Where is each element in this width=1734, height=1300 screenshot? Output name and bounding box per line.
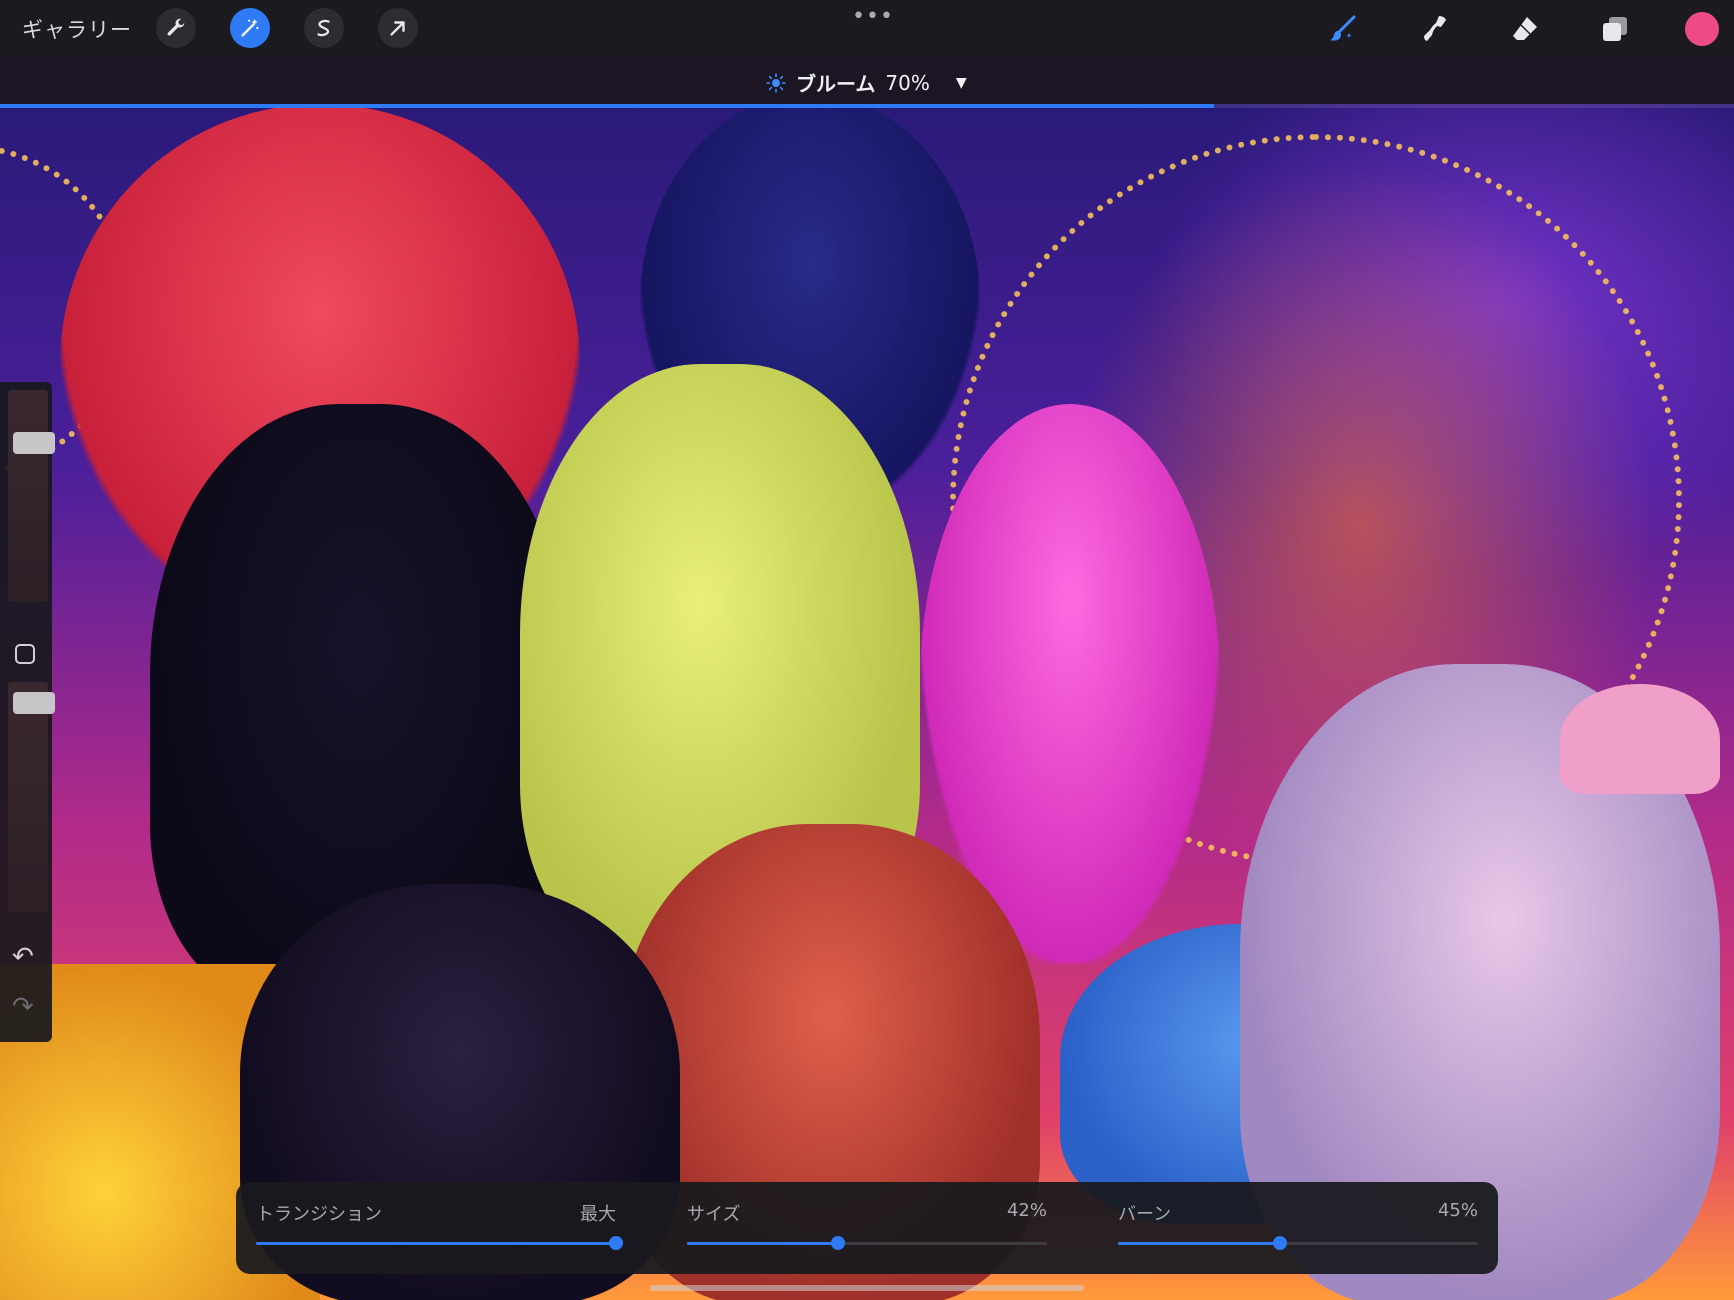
redo-icon[interactable]: ↷ bbox=[12, 992, 34, 1022]
bloom-settings-panel: トランジション 最大 サイズ 42% バーン 45% bbox=[236, 1182, 1498, 1274]
adjustment-name: ブルーム bbox=[796, 72, 876, 96]
brush-tool-button[interactable] bbox=[1324, 10, 1362, 48]
transition-slider[interactable]: トランジション 最大 bbox=[256, 1182, 623, 1274]
undo-icon[interactable]: ↶ bbox=[12, 942, 34, 972]
transform-button[interactable] bbox=[378, 8, 418, 48]
adjustments-button[interactable] bbox=[230, 8, 270, 48]
burn-knob[interactable] bbox=[1273, 1236, 1287, 1250]
adjustment-value: 70% bbox=[885, 70, 930, 95]
eraser-tool-button[interactable] bbox=[1506, 10, 1544, 48]
smudge-icon bbox=[1424, 16, 1446, 41]
adjustment-header-bar: ブルーム 70% ▼ bbox=[0, 56, 1734, 104]
actions-button[interactable] bbox=[156, 8, 196, 48]
adjustment-mode-selector[interactable]: ブルーム 70% ▼ bbox=[766, 68, 967, 97]
brush-size-slider[interactable] bbox=[8, 390, 55, 602]
transition-knob[interactable] bbox=[609, 1236, 623, 1250]
selection-button[interactable] bbox=[304, 8, 344, 48]
eraser-icon bbox=[1513, 17, 1537, 40]
brush-size-knob[interactable] bbox=[13, 431, 55, 454]
size-slider[interactable]: サイズ 42% bbox=[687, 1182, 1047, 1274]
wrench-icon bbox=[167, 18, 185, 36]
home-indicator[interactable] bbox=[650, 1285, 1084, 1291]
burn-track[interactable] bbox=[1118, 1236, 1478, 1250]
layers-icon bbox=[1603, 17, 1627, 41]
size-knob[interactable] bbox=[831, 1236, 846, 1250]
adjustment-strength-fill bbox=[0, 104, 1214, 108]
transition-fill bbox=[256, 1242, 616, 1245]
transition-label: トランジション bbox=[256, 1204, 382, 1225]
transition-value: 最大 bbox=[580, 1204, 616, 1225]
burn-fill bbox=[1118, 1242, 1280, 1245]
size-value: 42% bbox=[1006, 1200, 1047, 1221]
top-toolbar: ギャラリー ••• bbox=[0, 0, 1734, 56]
burn-label: バーン bbox=[1118, 1204, 1172, 1225]
modifier-button-square-icon[interactable] bbox=[15, 644, 35, 664]
brush-opacity-knob[interactable] bbox=[13, 692, 55, 715]
transform-arrow-icon bbox=[390, 21, 405, 36]
brush-opacity-slider[interactable] bbox=[8, 682, 55, 912]
gallery-button[interactable]: ギャラリー bbox=[22, 14, 132, 44]
dropdown-arrow-icon[interactable]: ▼ bbox=[956, 75, 967, 91]
brush-icon bbox=[1330, 15, 1356, 41]
size-track[interactable] bbox=[687, 1236, 1047, 1250]
size-label: サイズ bbox=[687, 1204, 741, 1225]
smudge-tool-button[interactable] bbox=[1416, 10, 1454, 48]
left-sidebar: ↶ ↷ bbox=[0, 382, 55, 1042]
burn-slider[interactable]: バーン 45% bbox=[1118, 1182, 1478, 1274]
size-fill bbox=[687, 1242, 839, 1245]
more-options-icon[interactable]: ••• bbox=[852, 4, 894, 29]
figure-pink-cap-artwork bbox=[1560, 684, 1720, 794]
bloom-sun-icon bbox=[766, 72, 786, 93]
color-picker-button[interactable] bbox=[1685, 12, 1719, 46]
burn-value: 45% bbox=[1437, 1200, 1478, 1221]
selection-s-icon bbox=[317, 19, 330, 37]
magic-wand-icon bbox=[241, 18, 259, 37]
layers-button[interactable] bbox=[1596, 10, 1634, 48]
drawing-canvas[interactable] bbox=[0, 104, 1734, 1300]
adjustment-strength-slider[interactable] bbox=[0, 104, 1734, 108]
transition-track[interactable] bbox=[256, 1236, 623, 1250]
